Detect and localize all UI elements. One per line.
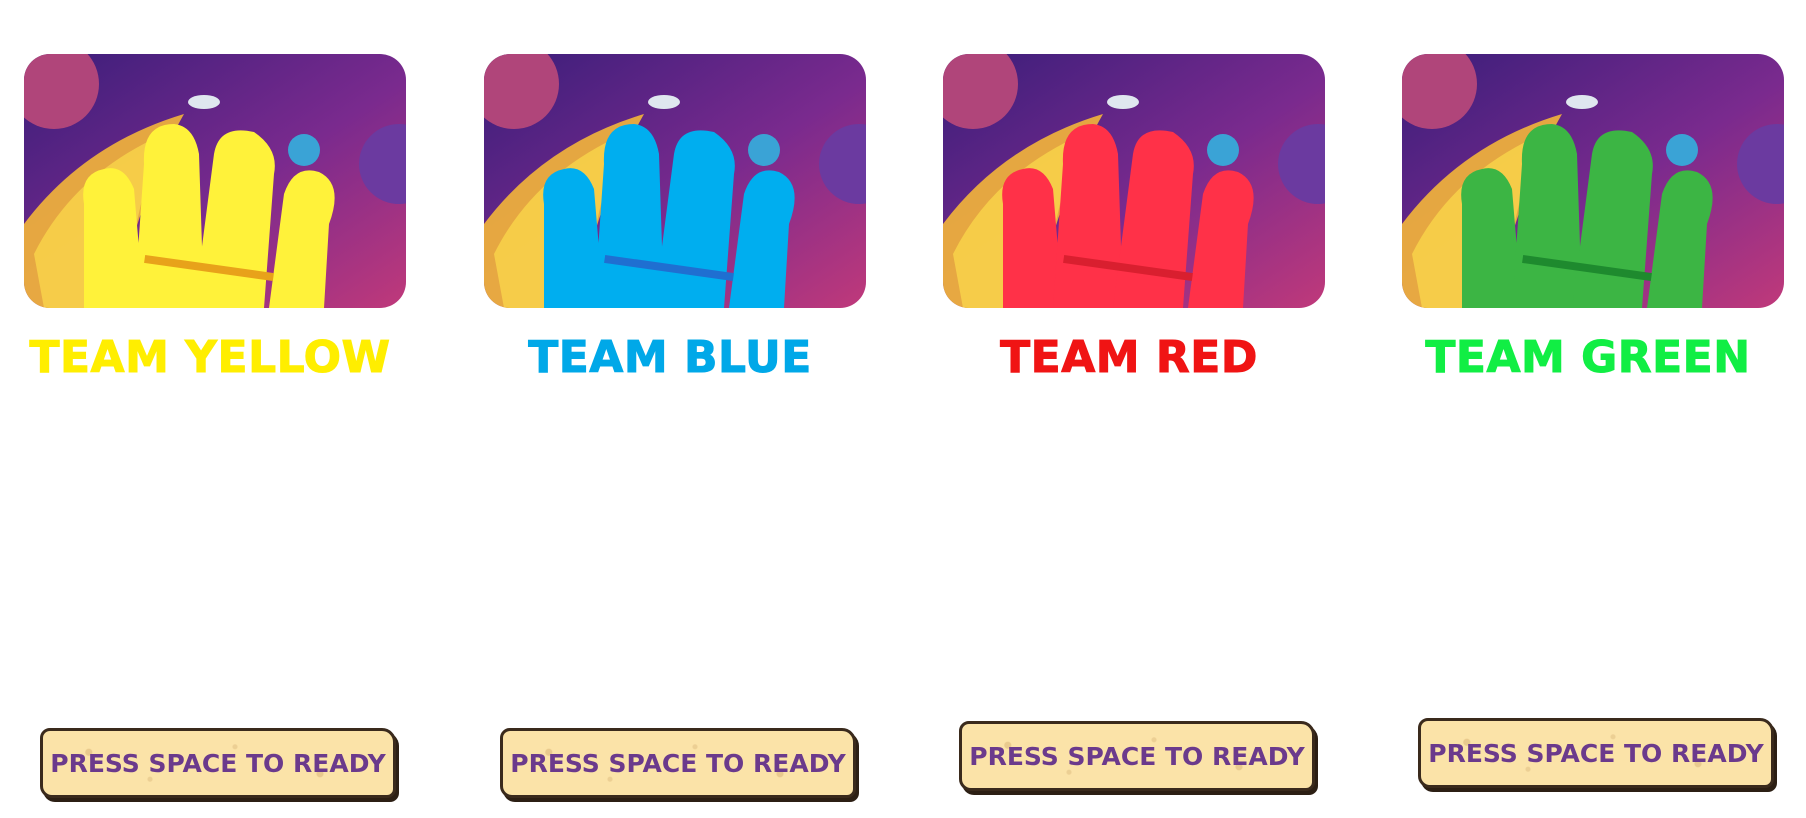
space-horses-illustration [24,54,406,308]
team-column-yellow: TEAM YELLOW PRESS SPACE TO READY [0,0,406,818]
team-art-blue [484,54,866,308]
space-horses-illustration [1402,54,1784,308]
team-art-red [943,54,1325,308]
team-name-blue: TEAM BLUE [528,332,812,384]
ready-button-label: PRESS SPACE TO READY [1428,738,1764,768]
team-column-red: TEAM RED PRESS SPACE TO READY [919,0,1325,818]
team-column-blue: TEAM BLUE PRESS SPACE TO READY [460,0,866,818]
ready-button-blue[interactable]: PRESS SPACE TO READY [500,728,856,798]
space-horses-illustration [943,54,1325,308]
ready-button-green[interactable]: PRESS SPACE TO READY [1418,718,1774,788]
ready-button-yellow[interactable]: PRESS SPACE TO READY [40,728,396,798]
ready-button-label: PRESS SPACE TO READY [969,741,1305,771]
team-name-yellow: TEAM YELLOW [29,332,391,384]
team-column-green: TEAM GREEN PRESS SPACE TO READY [1378,0,1784,818]
team-name-green: TEAM GREEN [1425,332,1751,384]
team-name-red: TEAM RED [1000,332,1258,384]
space-horses-illustration [484,54,866,308]
ready-button-label: PRESS SPACE TO READY [510,748,846,778]
team-art-green [1402,54,1784,308]
ready-button-red[interactable]: PRESS SPACE TO READY [959,721,1315,791]
team-art-yellow [24,54,406,308]
ready-button-label: PRESS SPACE TO READY [50,748,386,778]
